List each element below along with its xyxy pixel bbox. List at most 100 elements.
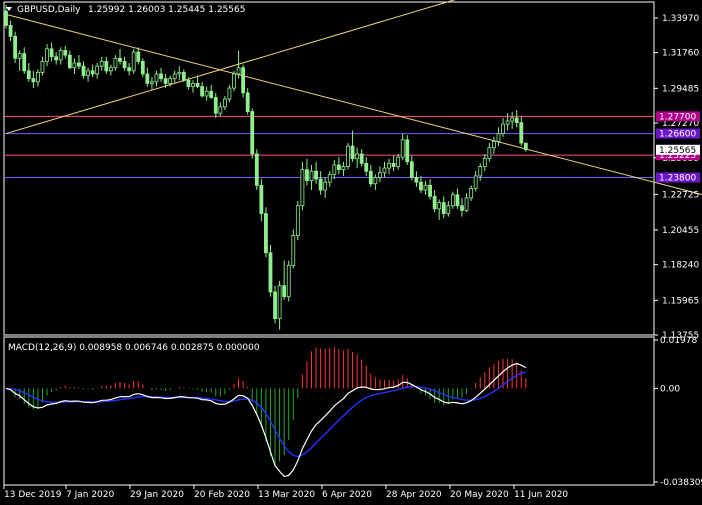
candle-body	[45, 48, 49, 62]
candle-body	[213, 97, 218, 114]
candle	[86, 67, 90, 82]
candle-body	[168, 78, 173, 84]
candle	[118, 48, 122, 65]
macd-title: MACD(12,26,9) 0.008958 0.006746 0.002875…	[8, 343, 260, 353]
candle-body	[227, 87, 232, 100]
candle-body	[291, 235, 296, 266]
date-tick-label: 28 Apr 2020	[386, 490, 442, 500]
candle	[446, 201, 451, 217]
candle	[473, 171, 478, 192]
trendline-1	[5, 13, 702, 196]
candle	[232, 70, 236, 92]
candle	[264, 207, 268, 258]
candle	[13, 31, 18, 64]
horizontal-lines	[4, 115, 654, 178]
candle	[368, 164, 373, 187]
candle	[523, 142, 528, 152]
candle-body	[195, 82, 200, 87]
candle	[90, 64, 95, 78]
date-tick-label: 13 Mar 2020	[258, 490, 315, 500]
candle	[505, 113, 510, 131]
candle	[355, 147, 360, 169]
candle	[514, 110, 519, 128]
candle	[250, 108, 255, 159]
candle	[487, 142, 492, 162]
candle	[131, 48, 136, 74]
candle-body	[63, 50, 68, 56]
candle-body	[8, 24, 13, 37]
price-tick-label: 1.33970	[662, 14, 699, 24]
candle-body	[428, 184, 432, 197]
candle-body	[378, 172, 382, 178]
candle-body	[332, 164, 337, 175]
price-tick-label: 1.20455	[662, 226, 699, 236]
candle	[8, 20, 13, 42]
candle	[26, 63, 31, 82]
candle-body	[432, 195, 437, 210]
candle	[77, 55, 81, 70]
date-tick-label: 20 May 2020	[450, 490, 509, 500]
candle-body	[346, 145, 350, 167]
candle	[154, 70, 159, 87]
candle	[519, 116, 524, 147]
candle-body	[250, 111, 255, 155]
candle	[455, 188, 460, 209]
ohlc-label: 1.25992 1.26003 1.25445 1.25565	[88, 5, 245, 15]
candle-body	[145, 73, 150, 84]
candle-body	[268, 252, 273, 293]
candle	[245, 88, 250, 115]
candle	[191, 80, 195, 93]
candle-body	[441, 202, 446, 214]
date-tick-label: 20 Feb 2020	[194, 490, 250, 500]
macd-panel-frame	[3, 336, 655, 486]
candle-body	[473, 175, 478, 189]
candle	[104, 56, 109, 74]
candle-body	[127, 67, 132, 72]
candle-body	[487, 147, 492, 160]
candle	[213, 92, 218, 118]
candle-body	[54, 56, 59, 61]
candle-body	[336, 164, 341, 171]
price-tick-label: 1.31760	[662, 49, 699, 59]
candle	[195, 75, 200, 89]
price-tick-label: 1.29485	[662, 84, 699, 94]
candle	[140, 58, 145, 78]
candle	[159, 67, 163, 82]
candle	[409, 155, 414, 181]
candle-body	[118, 57, 122, 62]
candle-body	[327, 173, 332, 183]
candle-body	[519, 122, 524, 144]
candle	[364, 157, 369, 176]
candle	[204, 86, 209, 101]
candle-body	[218, 106, 223, 114]
candle-body	[122, 61, 127, 69]
macd-axis: 0.01978 0.00 -0.038309	[654, 336, 702, 488]
candle	[432, 190, 437, 212]
candle	[478, 163, 483, 181]
candle	[127, 63, 132, 76]
candle	[323, 177, 328, 198]
candle-body	[31, 78, 36, 83]
collapse-triangle-icon[interactable]	[6, 7, 12, 11]
candle-body	[295, 205, 300, 236]
candle	[22, 47, 27, 74]
candle-body	[469, 188, 474, 199]
candle-body	[355, 153, 360, 160]
candle-body	[159, 73, 163, 80]
candle	[295, 201, 300, 241]
candle	[136, 47, 141, 65]
candle-body	[286, 264, 291, 298]
candle-body	[140, 61, 145, 75]
candle-body	[81, 65, 86, 76]
candle-body	[409, 161, 414, 178]
candle	[222, 95, 227, 111]
trendlines	[5, 0, 702, 196]
candle	[282, 260, 287, 300]
candle	[400, 133, 405, 161]
candle	[254, 149, 259, 191]
macd-tick-label: 0.00	[660, 384, 680, 394]
candle	[81, 61, 86, 79]
price-tag-label: 1.27700	[659, 112, 696, 122]
candle-body	[382, 167, 387, 174]
candle-body	[496, 133, 501, 142]
